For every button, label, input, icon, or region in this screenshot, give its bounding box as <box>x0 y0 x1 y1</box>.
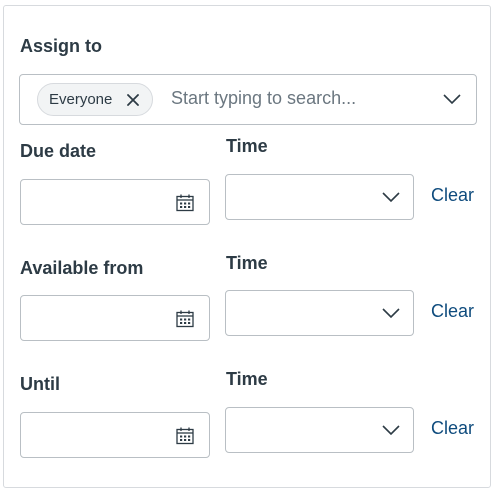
available-clear-button[interactable]: Clear <box>431 301 474 322</box>
assignee-chip-label: Everyone <box>49 91 113 108</box>
calendar-icon[interactable] <box>176 310 194 328</box>
available-time-select[interactable] <box>225 290 414 336</box>
chevron-down-icon[interactable] <box>443 94 461 105</box>
calendar-icon[interactable] <box>176 427 194 445</box>
due-time-label: Time <box>226 136 268 156</box>
chevron-down-icon <box>382 192 400 203</box>
until-label: Until <box>20 374 60 394</box>
due-date-input[interactable] <box>20 179 210 225</box>
available-time-label: Time <box>226 253 268 273</box>
assignee-chip-everyone: Everyone <box>37 83 153 116</box>
until-clear-button[interactable]: Clear <box>431 418 474 439</box>
due-time-select[interactable] <box>225 174 414 220</box>
until-date-input[interactable] <box>20 412 210 458</box>
available-from-label: Available from <box>20 258 144 278</box>
assign-to-label: Assign to <box>20 36 103 56</box>
until-time-select[interactable] <box>225 407 414 453</box>
chevron-down-icon <box>382 425 400 436</box>
until-time-label: Time <box>226 369 268 389</box>
assign-to-input[interactable]: Everyone Start typing to search... <box>19 74 477 125</box>
chevron-down-icon <box>382 308 400 319</box>
available-from-date-input[interactable] <box>20 295 210 341</box>
calendar-icon[interactable] <box>176 194 194 212</box>
due-clear-button[interactable]: Clear <box>431 185 474 206</box>
due-date-label: Due date <box>20 141 97 161</box>
assign-search-placeholder[interactable]: Start typing to search... <box>171 88 356 109</box>
close-icon[interactable] <box>126 93 140 107</box>
